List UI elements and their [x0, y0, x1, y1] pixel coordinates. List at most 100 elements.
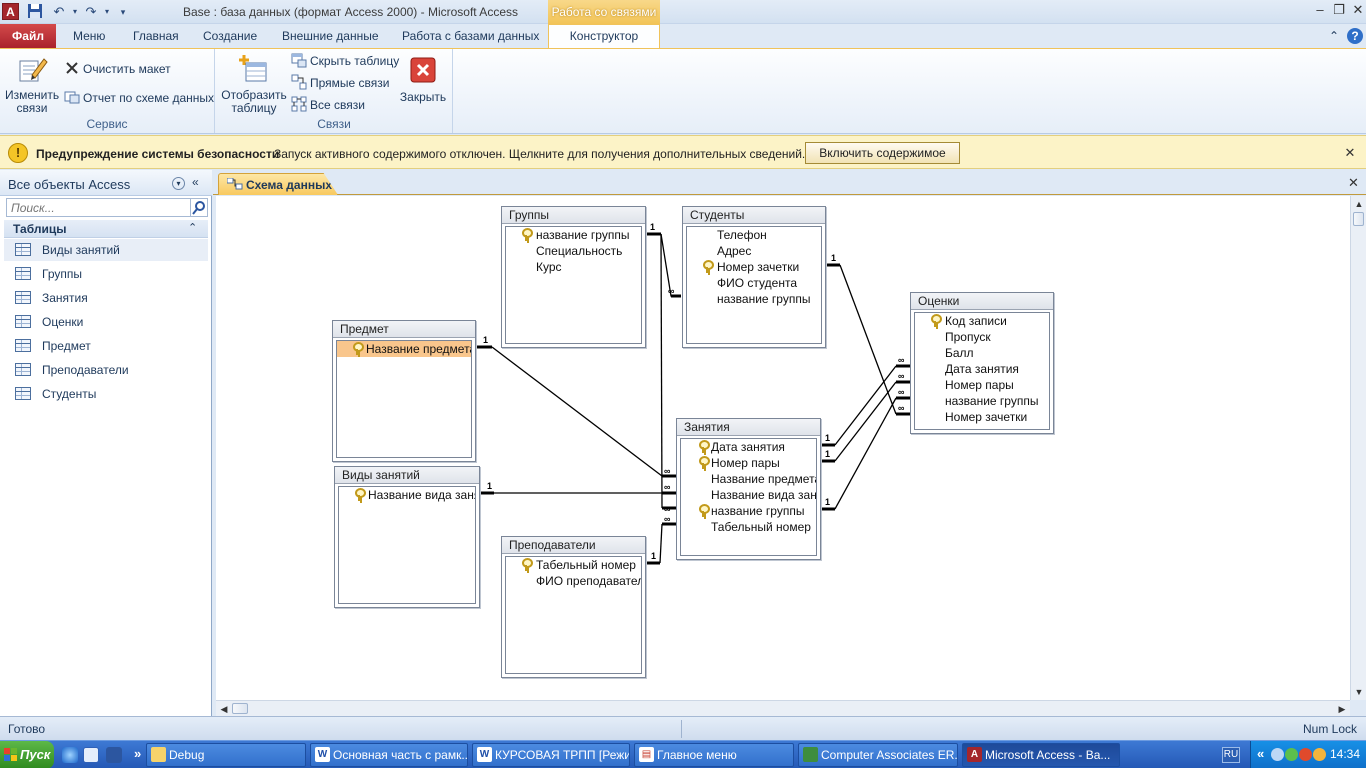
direct-relationships-button[interactable]: Прямые связи	[291, 74, 390, 92]
enable-content-button[interactable]: Включить содержимое	[805, 142, 960, 164]
table-title[interactable]: Группы	[502, 207, 645, 224]
close-relationships-button[interactable]: Закрыть	[395, 57, 451, 104]
field-row[interactable]: Дата занятия	[681, 439, 816, 455]
taskbar-button-debug[interactable]: Debug	[146, 743, 306, 767]
quicklaunch-more-icon[interactable]: »	[134, 746, 141, 761]
field-row[interactable]: Код записи	[915, 313, 1049, 329]
clear-layout-button[interactable]: Очистить макет	[64, 60, 171, 78]
field-list[interactable]: Название предмета	[336, 340, 472, 458]
field-row[interactable]: название группы	[687, 291, 821, 307]
search-icon[interactable]	[190, 198, 208, 217]
nav-group-tables[interactable]: Таблицы ⌃	[4, 220, 208, 238]
taskbar-button-word-1[interactable]: W Основная часть с рамк...	[310, 743, 468, 767]
customize-qat-icon[interactable]: ▾	[114, 3, 132, 21]
horizontal-scroll-thumb[interactable]	[232, 703, 248, 714]
help-icon[interactable]: ?	[1347, 28, 1363, 44]
tray-expand-icon[interactable]: «	[1257, 746, 1264, 761]
table-box-prepodavateli[interactable]: Преподаватели Табельный номер ФИО препод…	[501, 536, 646, 678]
all-relationships-button[interactable]: Все связи	[291, 96, 365, 114]
minimize-icon[interactable]: –	[1310, 2, 1330, 20]
vertical-scrollbar[interactable]: ▲ ▼	[1350, 196, 1366, 700]
table-box-gruppy[interactable]: Группы название группы Специальность Кур…	[501, 206, 646, 348]
minimize-ribbon-icon[interactable]: ⌃	[1326, 28, 1342, 44]
language-indicator[interactable]: RU	[1222, 747, 1240, 763]
nav-title[interactable]: Все объекты Access	[8, 177, 130, 192]
field-row[interactable]: ФИО преподавателя	[506, 573, 641, 589]
field-list[interactable]: Телефон Адрес Номер зачетки ФИО студента…	[686, 226, 822, 344]
tab-external-data[interactable]: Внешние данные	[282, 29, 379, 43]
nav-item-ocenki[interactable]: Оценки	[4, 311, 208, 333]
field-row[interactable]: Название вида занятия	[339, 487, 475, 503]
restore-icon[interactable]: ❐	[1329, 2, 1349, 20]
nav-item-predmet[interactable]: Предмет	[4, 335, 208, 357]
field-list[interactable]: название группы Специальность Курс	[505, 226, 642, 344]
table-box-vidy-zanyatiy[interactable]: Виды занятий Название вида занятия	[334, 466, 480, 608]
table-box-ocenki[interactable]: Оценки Код записи Пропуск Балл Дата заня…	[910, 292, 1054, 434]
scroll-down-icon[interactable]: ▼	[1351, 684, 1366, 700]
collapse-pane-icon[interactable]: «	[192, 175, 199, 189]
close-warning-icon[interactable]: ✕	[1342, 145, 1358, 161]
table-title[interactable]: Занятия	[677, 419, 820, 436]
show-table-button[interactable]: Отобразить таблицу	[219, 53, 289, 115]
field-row[interactable]: Номер пары	[681, 455, 816, 471]
field-row[interactable]: Номер пары	[915, 377, 1049, 393]
table-box-predmet[interactable]: Предмет Название предмета	[332, 320, 476, 462]
vertical-scroll-thumb[interactable]	[1353, 212, 1364, 226]
nav-search-input[interactable]	[6, 198, 191, 217]
relationship-report-button[interactable]: Отчет по схеме данных	[64, 89, 214, 107]
relationships-canvas[interactable]: 1 ∞ ∞ 1 ∞ 1 ∞ 1 ∞ 1 ∞ ∞ ∞ ∞ 1 1 1 Группы	[216, 196, 1350, 700]
nav-header[interactable]: Все объекты Access ▾ «	[0, 170, 212, 196]
field-list[interactable]: Дата занятия Номер пары Название предмет…	[680, 438, 817, 556]
field-row[interactable]: Название предмета	[681, 471, 816, 487]
scroll-left-icon[interactable]: ◀	[216, 701, 232, 717]
start-button[interactable]: Пуск	[0, 741, 54, 768]
ie-icon[interactable]	[62, 747, 78, 763]
save-disk-icon[interactable]	[106, 747, 122, 763]
network-icon[interactable]	[1271, 748, 1284, 761]
nav-item-zanyatiya[interactable]: Занятия	[4, 287, 208, 309]
field-row[interactable]: Специальность	[506, 243, 641, 259]
table-box-zanyatiya[interactable]: Занятия Дата занятия Номер пары Название…	[676, 418, 821, 560]
taskbar-button-main-menu[interactable]: ▤ Главное меню	[634, 743, 794, 767]
table-title[interactable]: Студенты	[683, 207, 825, 224]
explorer-icon[interactable]	[83, 747, 99, 763]
tab-relationships-diagram[interactable]: Схема данных	[218, 173, 338, 195]
tab-create[interactable]: Создание	[203, 29, 257, 43]
field-list[interactable]: Код записи Пропуск Балл Дата занятия Ном…	[914, 312, 1050, 430]
tab-menu[interactable]: Меню	[73, 29, 105, 43]
nav-item-vidy-zanyatiy[interactable]: Виды занятий	[4, 239, 208, 261]
save-icon[interactable]	[26, 3, 44, 21]
field-row[interactable]: Адрес	[687, 243, 821, 259]
field-row[interactable]: название группы	[681, 503, 816, 519]
table-title[interactable]: Преподаватели	[502, 537, 645, 554]
nav-item-gruppy[interactable]: Группы	[4, 263, 208, 285]
tray-security-icon[interactable]	[1299, 748, 1312, 761]
access-logo-icon[interactable]: A	[2, 3, 19, 20]
taskbar-button-access[interactable]: A Microsoft Access - Ba...	[962, 743, 1120, 767]
field-row[interactable]: Курс	[506, 259, 641, 275]
field-row-selected[interactable]: Название предмета	[337, 341, 471, 357]
scroll-up-icon[interactable]: ▲	[1351, 196, 1366, 212]
field-row[interactable]: название группы	[506, 227, 641, 243]
table-box-studenty[interactable]: Студенты Телефон Адрес Номер зачетки ФИО…	[682, 206, 826, 348]
tray-volume-icon[interactable]	[1313, 748, 1326, 761]
table-title[interactable]: Предмет	[333, 321, 475, 338]
close-document-icon[interactable]: ✕	[1348, 175, 1359, 191]
nav-item-prepodavateli[interactable]: Преподаватели	[4, 359, 208, 381]
tab-design[interactable]: Конструктор	[548, 24, 660, 49]
nav-item-studenty[interactable]: Студенты	[4, 383, 208, 405]
field-row[interactable]: Табельный номер	[681, 519, 816, 535]
table-title[interactable]: Виды занятий	[335, 467, 479, 484]
security-warning-text[interactable]: Запуск активного содержимого отключен. Щ…	[274, 147, 805, 161]
field-row[interactable]: Телефон	[687, 227, 821, 243]
table-title[interactable]: Оценки	[911, 293, 1053, 310]
field-row[interactable]: Дата занятия	[915, 361, 1049, 377]
field-row[interactable]: Балл	[915, 345, 1049, 361]
taskbar-button-erwin[interactable]: Computer Associates ER...	[798, 743, 958, 767]
scroll-right-icon[interactable]: ▶	[1334, 701, 1350, 717]
hide-table-button[interactable]: Скрыть таблицу	[291, 52, 399, 70]
field-row[interactable]: название группы	[915, 393, 1049, 409]
field-row[interactable]: ФИО студента	[687, 275, 821, 291]
close-window-icon[interactable]: ✕	[1348, 2, 1366, 20]
field-row[interactable]: Название вида занятия	[681, 487, 816, 503]
